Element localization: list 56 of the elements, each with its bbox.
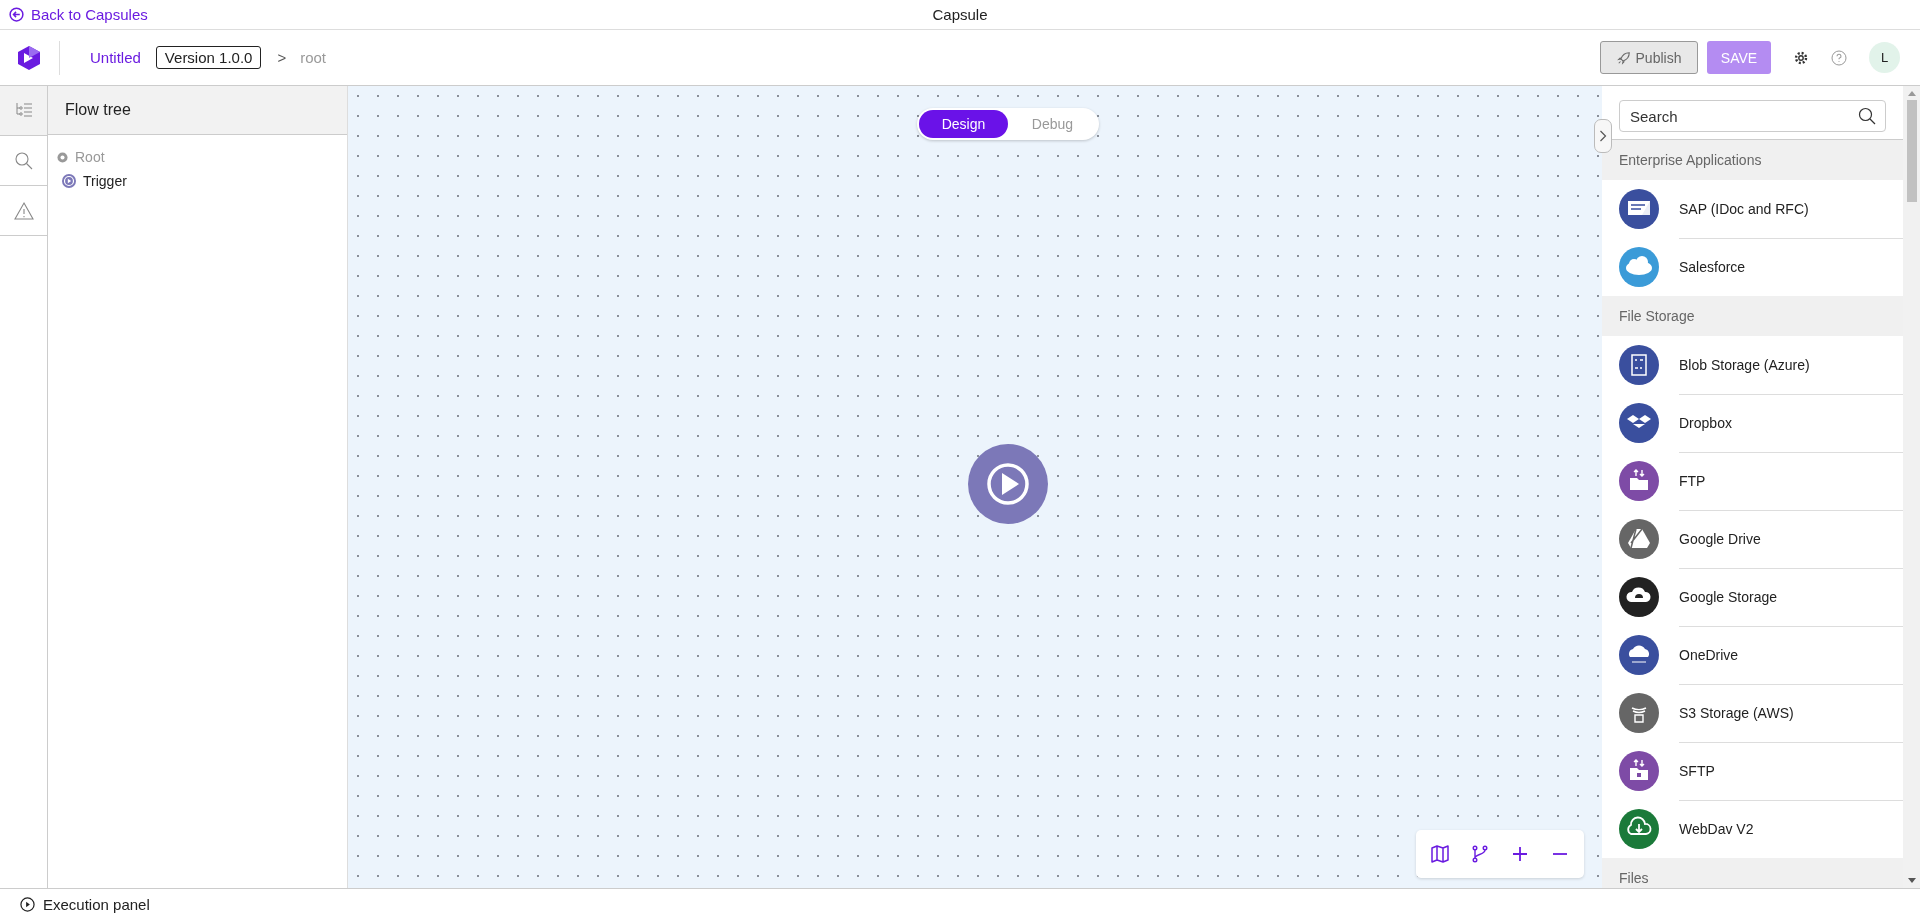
connector-item[interactable]: Blob Storage (Azure) [1602, 336, 1903, 394]
warning-icon [13, 200, 34, 221]
connector-icon [1619, 809, 1659, 849]
breadcrumb-separator: > [277, 49, 287, 66]
connector-icon [1619, 519, 1659, 559]
back-link[interactable]: Back to Capsules [9, 6, 148, 23]
section-header: File Storage [1602, 296, 1903, 336]
zoom-in-icon[interactable] [1510, 844, 1530, 864]
rocket-icon [1616, 50, 1631, 65]
dot-icon [57, 151, 68, 163]
section-header: Enterprise Applications [1602, 140, 1903, 180]
connector-item[interactable]: FTP [1602, 452, 1903, 510]
connector-icon [1619, 693, 1659, 733]
search-field[interactable]: Search [1619, 100, 1886, 132]
collapse-handle[interactable] [1594, 119, 1612, 153]
scrollbar[interactable] [1903, 86, 1920, 888]
scrollbar-thumb[interactable] [1906, 100, 1917, 202]
publish-button[interactable]: Publish [1600, 41, 1698, 74]
window-title: Capsule [932, 6, 988, 23]
connector-icon [1619, 461, 1659, 501]
chevron-right-icon [1599, 130, 1607, 142]
connector-icon [1619, 403, 1659, 443]
play-icon [20, 896, 35, 912]
connector-item[interactable]: Dropbox [1602, 394, 1903, 452]
branch-icon[interactable] [1470, 844, 1490, 864]
scroll-up-icon [1906, 90, 1917, 96]
play-icon [62, 174, 76, 188]
connector-item[interactable]: OneDrive [1602, 626, 1903, 684]
help-icon[interactable] [1831, 49, 1847, 66]
connector-icon [1619, 751, 1659, 791]
connector-item[interactable]: WebDav V2 [1602, 800, 1903, 858]
trigger-node-icon[interactable] [968, 444, 1048, 524]
section-header: Files [1602, 858, 1903, 888]
connector-icon [1619, 189, 1659, 229]
connector-item[interactable]: SFTP [1602, 742, 1903, 800]
connector-icon [1619, 577, 1659, 617]
connector-icon [1619, 635, 1659, 675]
connector-icon [1619, 247, 1659, 287]
connector-item[interactable]: Google Storage [1602, 568, 1903, 626]
connector-item[interactable]: Salesforce [1602, 238, 1903, 296]
scroll-down-icon [1906, 878, 1917, 884]
search-icon [13, 150, 34, 171]
version-badge: Version 1.0.0 [155, 46, 262, 69]
map-icon[interactable] [1430, 844, 1450, 864]
user-avatar[interactable]: L [1869, 42, 1900, 73]
app-logo-icon [17, 44, 41, 71]
search-icon [1858, 107, 1876, 125]
execution-panel-bar[interactable]: Execution panel [0, 888, 1920, 919]
panel-title: Flow tree [65, 101, 131, 119]
connector-item[interactable]: S3 Storage (AWS) [1602, 684, 1903, 742]
mode-tab[interactable]: Design [919, 110, 1008, 138]
connector-item[interactable]: SAP (IDoc and RFC) [1602, 180, 1903, 238]
connector-icon [1619, 345, 1659, 385]
connector-item[interactable]: Google Drive [1602, 510, 1903, 568]
capsule-name[interactable]: Untitled [90, 49, 141, 66]
settings-icon[interactable] [1793, 49, 1809, 66]
